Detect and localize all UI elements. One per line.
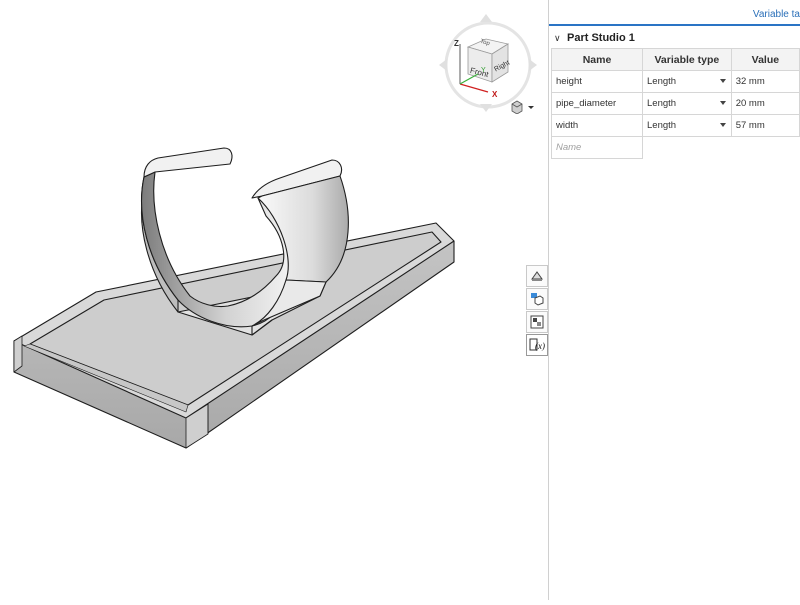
variable-table-icon: (x) [529,338,545,351]
empty-cell [643,137,732,159]
variables-table: Name Variable type Value height Length 3… [550,48,800,159]
axis-z-label: Z [454,39,459,48]
new-variable-row[interactable]: Name [550,136,800,159]
dropdown-caret-icon [719,79,726,83]
graphics-viewport[interactable]: Top Front Right Z X Y (x) [0,0,548,600]
right-panel-toolbar: (x) [526,265,548,357]
dropdown-caret-icon [719,123,726,127]
variable-name-cell[interactable]: width [550,114,644,137]
variable-type-dropdown[interactable]: Length [642,92,732,115]
configurations-icon [530,315,544,329]
x-axis-line [459,83,489,93]
table-row[interactable]: height Length 32 mm [550,70,800,93]
view-menu-button[interactable] [510,100,540,115]
variable-type-dropdown[interactable]: Length [642,70,732,93]
rotate-up-icon[interactable] [480,14,492,22]
dropdown-caret-icon [719,101,726,105]
chevron-down-icon[interactable]: ∨ [554,33,564,44]
variable-name-cell[interactable]: pipe_diameter [550,92,644,115]
svg-text:(x): (x) [535,341,545,351]
section-label: Part Studio 1 [567,32,635,44]
variable-type-value: Length [647,120,677,131]
table-row[interactable]: width Length 57 mm [550,114,800,137]
variable-type-value: Length [647,98,677,109]
axis-y-label: Y [481,67,486,74]
variable-value-cell[interactable]: 57 mm [730,114,800,137]
mass-properties-button[interactable] [526,288,548,310]
panel-header: Variable ta [549,0,800,26]
column-header-type: Variable type [642,48,732,71]
appearance-panel-button[interactable] [526,265,548,287]
view-cube-menu-icon [511,100,534,115]
cube-properties-icon [531,293,544,306]
appearance-icon [531,271,543,281]
column-header-value: Value [730,48,800,71]
configurations-panel-button[interactable] [526,311,548,333]
rotate-right-icon[interactable] [529,59,537,71]
panel-title: Variable ta [752,9,800,20]
part-studio-section[interactable]: ∨ Part Studio 1 [549,27,800,49]
tray-base [13,222,455,449]
variable-value-cell[interactable]: 20 mm [730,92,800,115]
column-header-name: Name [550,48,644,71]
view-cube[interactable]: Top Front Right Z X Y [436,10,548,120]
variable-table-button[interactable]: (x) [526,334,548,356]
rotate-left-icon[interactable] [439,59,447,71]
variable-value-cell[interactable]: 32 mm [730,70,800,93]
variable-name-cell[interactable]: height [550,70,644,93]
new-variable-name-input[interactable]: Name [550,136,644,159]
variable-type-value: Length [647,76,677,87]
empty-cell [731,137,799,159]
table-row[interactable]: pipe_diameter Length 20 mm [550,92,800,115]
variable-type-dropdown[interactable]: Length [642,114,732,137]
axis-x-label: X [492,90,498,99]
variable-table-panel: Variable ta ∨ Part Studio 1 Name Variabl… [549,0,800,600]
